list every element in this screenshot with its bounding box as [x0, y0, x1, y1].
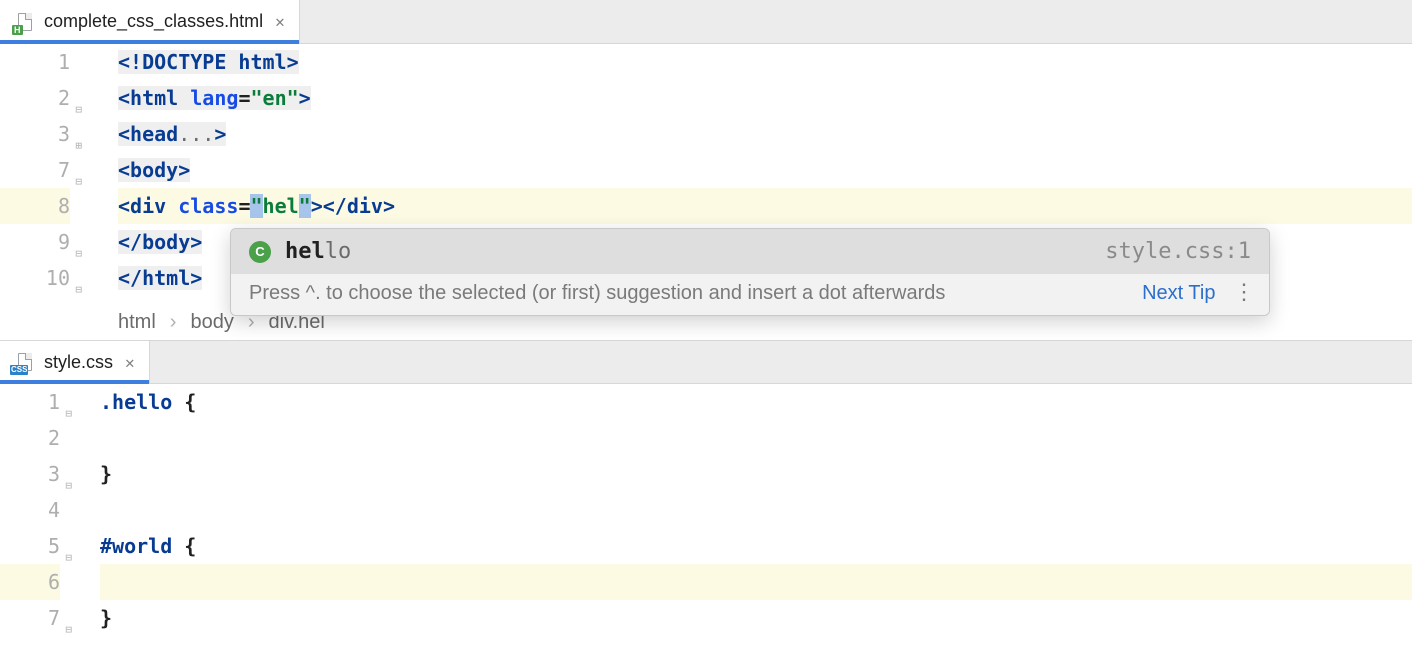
html-file-icon: H [14, 11, 36, 33]
fold-handle-icon[interactable]: ⊟ [70, 164, 82, 176]
tab-label: complete_css_classes.html [44, 11, 263, 32]
close-icon[interactable]: ✕ [275, 12, 285, 31]
tab-bar-top: H complete_css_classes.html ✕ [0, 0, 1412, 44]
fold-expand-icon[interactable]: ⊞ [70, 128, 82, 140]
class-badge-icon: C [249, 241, 271, 263]
fold-close-icon[interactable]: ⊟ [60, 612, 72, 624]
line-number: 5 [48, 534, 60, 558]
completion-source: style.css:1 [1105, 239, 1251, 264]
fold-close-icon[interactable]: ⊟ [70, 272, 82, 284]
tab-html-file[interactable]: H complete_css_classes.html ✕ [0, 0, 300, 43]
css-file-icon: CSS [14, 351, 36, 373]
fold-handle-icon[interactable]: ⊟ [60, 396, 72, 408]
line-number: 4 [48, 498, 60, 522]
completion-popup: C hello style.css:1 Press ^. to choose t… [230, 228, 1270, 316]
more-options-icon[interactable]: ⋮ [1233, 279, 1255, 304]
line-number: 10 [46, 266, 70, 290]
close-icon[interactable]: ✕ [125, 353, 135, 372]
fold-close-icon[interactable]: ⊟ [60, 468, 72, 480]
code-area[interactable]: .hello { } #world { } [86, 384, 1412, 636]
line-number: 7 [48, 606, 60, 630]
line-number: 2 [48, 426, 60, 450]
completion-item[interactable]: C hello style.css:1 [231, 229, 1269, 274]
tip-text: Press ^. to choose the selected (or firs… [249, 282, 945, 305]
gutter: 1⊟ 2 3⊟ 4 5⊟ 6 7⊟ [0, 384, 86, 636]
breadcrumb-item[interactable]: body [190, 311, 233, 334]
next-tip-link[interactable]: Next Tip [1142, 282, 1215, 304]
line-number: 1 [58, 50, 70, 74]
completion-text: hello [285, 239, 351, 264]
fold-close-icon[interactable]: ⊟ [70, 236, 82, 248]
gutter: 1 2⊟ 3⊞ 7⊟ 8 9⊟ 10⊟ [0, 44, 98, 304]
tab-label: style.css [44, 352, 113, 373]
line-number: 6 [48, 570, 60, 594]
line-number: 3 [58, 122, 70, 146]
fold-handle-icon[interactable]: ⊟ [60, 540, 72, 552]
line-number: 3 [48, 462, 60, 486]
chevron-right-icon: › [170, 311, 177, 334]
line-number: 2 [58, 86, 70, 110]
popup-footer: Press ^. to choose the selected (or firs… [231, 274, 1269, 315]
tab-bar-bottom: CSS style.css ✕ [0, 340, 1412, 384]
fold-handle-icon[interactable]: ⊟ [70, 92, 82, 104]
line-number: 8 [58, 194, 70, 218]
tab-css-file[interactable]: CSS style.css ✕ [0, 341, 150, 383]
line-number: 9 [58, 230, 70, 254]
line-number: 7 [58, 158, 70, 182]
line-number: 1 [48, 390, 60, 414]
editor-css[interactable]: 1⊟ 2 3⊟ 4 5⊟ 6 7⊟ .hello { } #world { } [0, 384, 1412, 636]
breadcrumb-item[interactable]: html [118, 311, 156, 334]
